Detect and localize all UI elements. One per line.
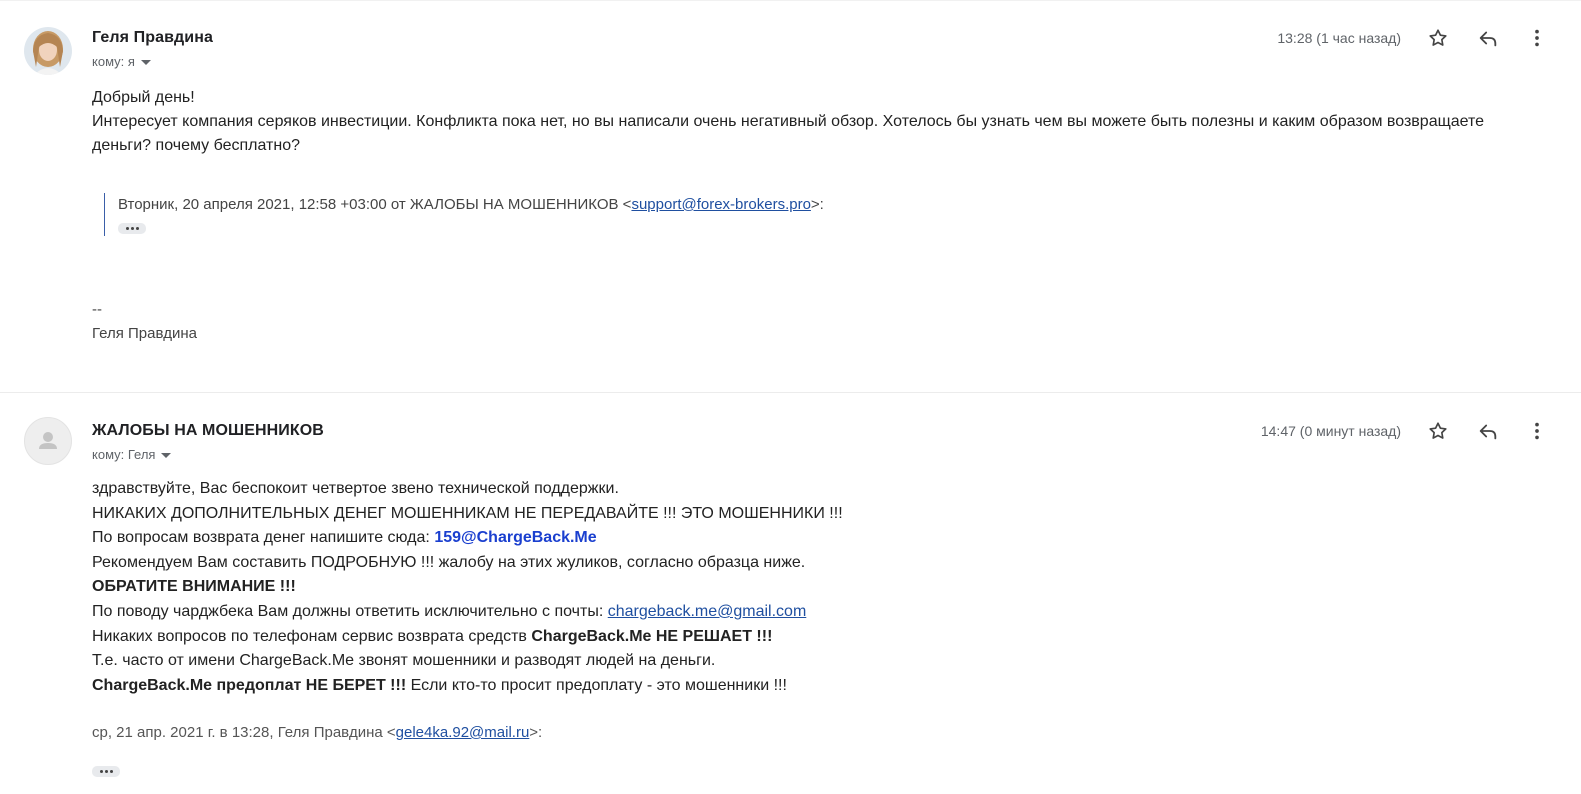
quoted-message: Вторник, 20 апреля 2021, 12:58 +03:00 от…	[104, 193, 824, 236]
message-body: Добрый день! Интересует компания серяков…	[92, 86, 1512, 158]
star-button[interactable]	[1424, 24, 1452, 52]
sender-avatar[interactable]	[24, 417, 72, 465]
sender-name[interactable]: ЖАЛОБЫ НА МОШЕННИКОВ	[92, 422, 324, 440]
chevron-down-icon	[161, 452, 172, 458]
show-trimmed-content-wrapper	[92, 760, 120, 778]
body-line-bold: ChargeBack.Me НЕ РЕШАЕТ !!!	[531, 627, 773, 645]
quote-email-link[interactable]: support@forex-brokers.pro	[631, 196, 810, 213]
recipient-label: кому: я	[92, 54, 135, 69]
show-trimmed-content-button[interactable]	[118, 223, 146, 234]
greeting-line: Добрый день!	[92, 89, 195, 106]
body-line: По вопросам возврата денег напишите сюда…	[92, 526, 1512, 551]
signature-name: Геля Правдина	[92, 325, 198, 342]
star-icon	[1429, 422, 1447, 439]
person-icon	[39, 432, 57, 449]
body-line: НИКАКИХ ДОПОЛНИТЕЛЬНЫХ ДЕНЕГ МОШЕННИКАМ …	[92, 504, 843, 522]
body-line-text: Никаких вопросов по телефонам сервис воз…	[92, 627, 532, 645]
reply-button[interactable]	[1474, 24, 1502, 52]
body-line: Т.е. часто от имени ChargeBack.Me звонят…	[92, 652, 716, 670]
quote-prefix: ср, 21 апр. 2021 г. в 13:28, Геля Правди…	[92, 724, 396, 741]
body-line-bold: ChargeBack.Me предоплат НЕ БЕРЕТ !!!	[92, 676, 407, 694]
body-line: здравствуйте, Вас беспокоит четвертое зв…	[92, 480, 619, 497]
body-paragraph: Интересует компания серяков инвестиции. …	[92, 113, 1485, 154]
recipient-details-toggle[interactable]: кому: Геля	[92, 447, 172, 462]
more-options-button[interactable]	[1523, 417, 1551, 445]
signature: -- Геля Правдина	[92, 298, 197, 346]
body-line-text: По поводу чарджбека Вам должны ответить …	[92, 602, 608, 620]
body-line: Никаких вопросов по телефонам сервис воз…	[92, 625, 1512, 650]
quote-header: ср, 21 апр. 2021 г. в 13:28, Геля Правди…	[92, 721, 542, 745]
reply-icon	[1479, 424, 1497, 440]
reply-button[interactable]	[1474, 417, 1502, 445]
chevron-down-icon	[140, 59, 151, 65]
email-message-1: Геля Правдина кому: я 13:28 (1 час назад…	[0, 0, 1581, 392]
quote-email-link[interactable]: gele4ka.92@mail.ru	[396, 724, 530, 741]
recipient-details-toggle[interactable]: кому: я	[92, 54, 151, 69]
sender-name[interactable]: Геля Правдина	[92, 29, 213, 47]
chargeback-email-link[interactable]: chargeback.me@gmail.com	[608, 603, 807, 620]
contact-email: 159@ChargeBack.Me	[434, 529, 597, 547]
attention-heading: ОБРАТИТЕ ВНИМАНИЕ !!!	[92, 578, 296, 596]
more-vertical-icon	[1535, 29, 1539, 47]
quote-header: Вторник, 20 апреля 2021, 12:58 +03:00 от…	[118, 193, 824, 217]
more-vertical-icon	[1535, 422, 1539, 440]
message-body: здравствуйте, Вас беспокоит четвертое зв…	[92, 477, 1512, 698]
message-timestamp: 13:28 (1 час назад)	[1277, 30, 1401, 46]
body-line: Рекомендуем Вам составить ПОДРОБНУЮ !!! …	[92, 553, 806, 571]
body-line: ChargeBack.Me предоплат НЕ БЕРЕТ !!! Есл…	[92, 674, 1512, 699]
sender-avatar[interactable]	[24, 27, 72, 75]
quote-suffix: >:	[529, 724, 543, 741]
signature-dashes: --	[92, 301, 102, 318]
body-line-text: Если кто-то просит предоплату - это моше…	[406, 676, 787, 694]
quote-prefix: Вторник, 20 апреля 2021, 12:58 +03:00 от…	[118, 196, 632, 213]
show-trimmed-content-button[interactable]	[92, 766, 120, 777]
more-options-button[interactable]	[1523, 24, 1551, 52]
body-line: По поводу чарджбека Вам должны ответить …	[92, 600, 1512, 625]
body-line-text: По вопросам возврата денег напишите сюда…	[92, 529, 435, 547]
email-message-2: ЖАЛОБЫ НА МОШЕННИКОВ кому: Геля 14:47 (0…	[0, 393, 1581, 794]
reply-icon	[1479, 31, 1497, 47]
quote-suffix: >:	[810, 196, 824, 213]
recipient-label: кому: Геля	[92, 447, 156, 462]
star-icon	[1429, 29, 1447, 46]
avatar-photo	[24, 27, 72, 75]
message-timestamp: 14:47 (0 минут назад)	[1260, 423, 1401, 439]
star-button[interactable]	[1424, 417, 1452, 445]
